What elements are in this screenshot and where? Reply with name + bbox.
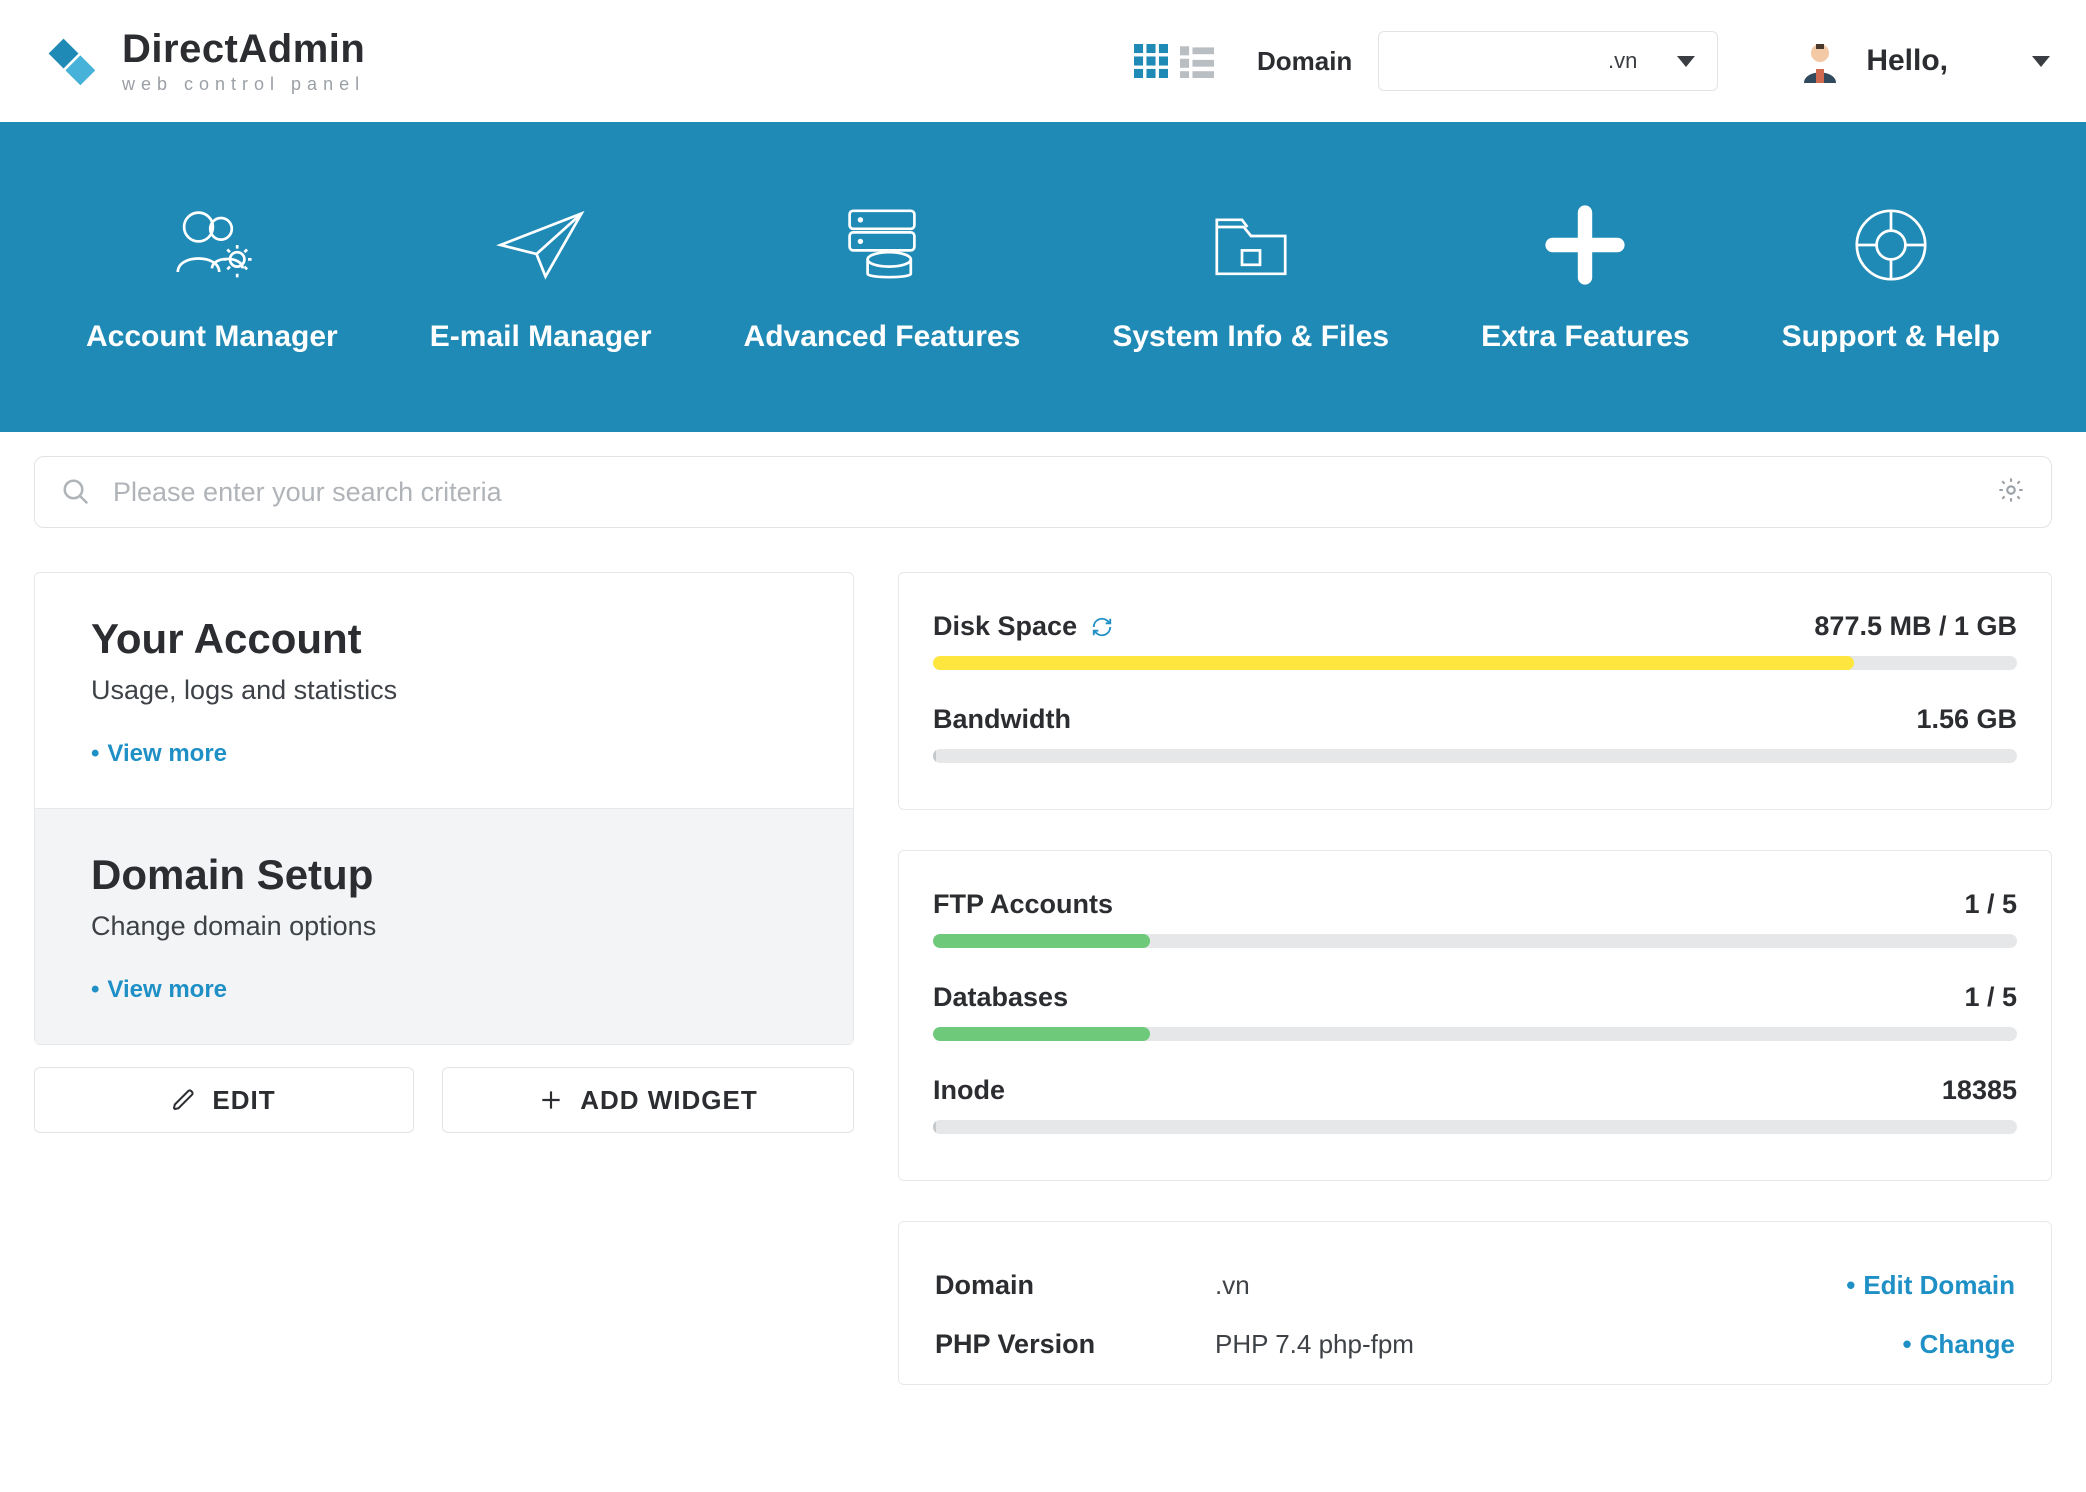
nav-extra-features[interactable]: Extra Features	[1471, 180, 1699, 374]
search-icon	[61, 477, 91, 507]
view-more-link[interactable]: View more	[91, 740, 227, 767]
info-value: PHP 7.4 php-fpm	[1215, 1329, 1903, 1360]
brand-mark-icon	[36, 26, 106, 96]
domain-info-row: PHP VersionPHP 7.4 php-fpmChange	[935, 1315, 2015, 1374]
nav-label: E-mail Manager	[430, 320, 652, 354]
brand-logo[interactable]: DirectAdmin web control panel	[36, 26, 365, 96]
progress-fill	[933, 934, 1150, 948]
nav-account-manager[interactable]: Account Manager	[76, 180, 348, 374]
usage-panel-2: FTP Accounts 1 / 5 Databases 1 / 5 Inode 1838…	[898, 850, 2052, 1181]
progress-bar	[933, 749, 2017, 763]
nav-email-manager[interactable]: E-mail Manager	[420, 180, 662, 374]
list-icon	[1180, 44, 1214, 78]
layout-list-button[interactable]	[1177, 41, 1217, 81]
nav-label: Extra Features	[1481, 320, 1689, 354]
edit-button[interactable]: EDIT	[34, 1067, 414, 1133]
grid-icon	[1134, 44, 1168, 78]
domain-label: Domain	[1257, 46, 1352, 77]
card-domain-setup[interactable]: Domain Setup Change domain options View …	[35, 809, 853, 1044]
card-subtitle: Usage, logs and statistics	[91, 675, 797, 706]
stat-label: Databases	[933, 982, 1068, 1013]
search-input[interactable]	[111, 476, 1977, 509]
button-label: ADD WIDGET	[580, 1085, 758, 1116]
folder-files-icon	[1206, 200, 1296, 290]
nav-system-info[interactable]: System Info & Files	[1102, 180, 1399, 374]
progress-bar	[933, 934, 2017, 948]
gear-icon	[1997, 476, 2025, 504]
main-nav: Account Manager E-mail Manager Advanced …	[0, 122, 2086, 432]
progress-bar	[933, 656, 2017, 670]
add-widget-button[interactable]: ADD WIDGET	[442, 1067, 854, 1133]
server-db-icon	[837, 200, 927, 290]
card-title: Your Account	[91, 615, 797, 663]
layout-switch	[1131, 41, 1217, 81]
refresh-button[interactable]	[1091, 616, 1113, 638]
nav-label: Support & Help	[1782, 320, 2000, 354]
progress-fill	[933, 1120, 936, 1134]
paper-plane-icon	[496, 200, 586, 290]
progress-fill	[933, 749, 936, 763]
info-key: Domain	[935, 1270, 1215, 1301]
plus-icon	[1540, 200, 1630, 290]
brand-tagline: web control panel	[122, 75, 365, 93]
plus-icon	[538, 1087, 564, 1113]
stat-value: 1 / 5	[1964, 889, 2017, 920]
pencil-icon	[172, 1088, 196, 1112]
nav-advanced-features[interactable]: Advanced Features	[734, 180, 1031, 374]
progress-fill	[933, 1027, 1150, 1041]
left-cards-panel: Your Account Usage, logs and statistics …	[34, 572, 854, 1045]
search-bar	[34, 456, 2052, 528]
usage-panel-1: Disk Space 877.5 MB / 1 GB Bandwidth 1.56 G…	[898, 572, 2052, 810]
domain-selector[interactable]: .vn	[1378, 31, 1718, 91]
chevron-down-icon	[1677, 56, 1695, 67]
info-action-link[interactable]: Change	[1903, 1329, 2015, 1360]
progress-bar	[933, 1120, 2017, 1134]
search-settings-button[interactable]	[1997, 476, 2025, 509]
stat-label: Inode	[933, 1075, 1005, 1106]
progress-bar	[933, 1027, 2017, 1041]
stat-label: Bandwidth	[933, 704, 1071, 735]
brand-name: DirectAdmin	[122, 29, 365, 69]
card-title: Domain Setup	[91, 851, 797, 899]
stat-value: 18385	[1942, 1075, 2017, 1106]
domain-info-panel: Domain.vnEdit DomainPHP VersionPHP 7.4 p…	[898, 1221, 2052, 1385]
avatar-icon	[1798, 39, 1842, 83]
info-value: .vn	[1215, 1270, 1846, 1301]
stat-value: 1 / 5	[1964, 982, 2017, 1013]
domain-info-row: Domain.vnEdit Domain	[935, 1256, 2015, 1315]
view-more-link[interactable]: View more	[91, 976, 227, 1003]
button-label: EDIT	[212, 1085, 275, 1116]
stat-value: 1.56 GB	[1916, 704, 2017, 735]
lifebuoy-icon	[1846, 200, 1936, 290]
layout-grid-button[interactable]	[1131, 41, 1171, 81]
info-action-link[interactable]: Edit Domain	[1846, 1270, 2015, 1301]
stat-value: 877.5 MB / 1 GB	[1814, 611, 2017, 642]
info-key: PHP Version	[935, 1329, 1215, 1360]
progress-fill	[933, 656, 1854, 670]
refresh-icon	[1091, 616, 1113, 638]
card-your-account[interactable]: Your Account Usage, logs and statistics …	[35, 573, 853, 809]
user-menu[interactable]: Hello,	[1798, 39, 2050, 83]
users-gear-icon	[167, 200, 257, 290]
nav-support-help[interactable]: Support & Help	[1772, 180, 2010, 374]
card-subtitle: Change domain options	[91, 911, 797, 942]
hello-text: Hello,	[1866, 44, 1948, 78]
topbar: DirectAdmin web control panel Domain .vn	[0, 0, 2086, 122]
nav-label: System Info & Files	[1112, 320, 1389, 354]
domain-value: .vn	[1608, 48, 1637, 74]
nav-label: Account Manager	[86, 320, 338, 354]
nav-label: Advanced Features	[744, 320, 1021, 354]
chevron-down-icon	[2032, 56, 2050, 67]
stat-label: FTP Accounts	[933, 889, 1113, 920]
stat-label: Disk Space	[933, 611, 1077, 642]
